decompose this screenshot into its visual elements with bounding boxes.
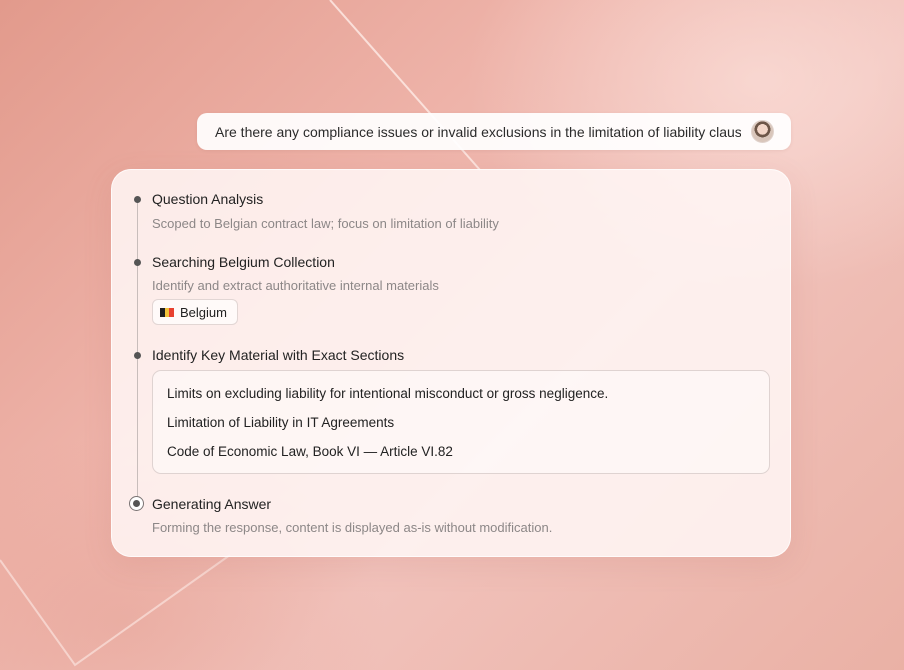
step-complete-dot-icon xyxy=(134,352,141,359)
user-question-text: Are there any compliance issues or inval… xyxy=(215,123,741,140)
tag-label: Belgium xyxy=(180,304,227,320)
reasoning-steps-card: Question Analysis Scoped to Belgian cont… xyxy=(111,169,791,557)
step-title: Searching Belgium Collection xyxy=(152,254,335,270)
step-title: Generating Answer xyxy=(152,496,272,512)
material-item[interactable]: Limitation of Liability in IT Agreements xyxy=(167,413,755,442)
step-title: Identify Key Material with Exact Section… xyxy=(152,347,405,363)
step-complete-dot-icon xyxy=(134,196,141,203)
user-avatar-icon[interactable] xyxy=(751,120,774,143)
belgium-flag-icon xyxy=(160,307,175,317)
user-question-bubble: Are there any compliance issues or inval… xyxy=(197,113,791,150)
step-title: Question Analysis xyxy=(152,191,264,207)
in-progress-icon xyxy=(129,496,144,511)
material-item[interactable]: Limits on excluding liability for intent… xyxy=(167,384,755,413)
material-item[interactable]: Code of Economic Law, Book VI — Article … xyxy=(167,442,755,471)
collection-tag-belgium[interactable]: Belgium xyxy=(152,299,238,325)
step-description: Forming the response, content is display… xyxy=(152,520,553,535)
step-description: Identify and extract authoritative inter… xyxy=(152,278,439,293)
key-materials-list: Limits on excluding liability for intent… xyxy=(152,370,770,474)
step-description: Scoped to Belgian contract law; focus on… xyxy=(152,216,499,231)
step-complete-dot-icon xyxy=(134,259,141,266)
